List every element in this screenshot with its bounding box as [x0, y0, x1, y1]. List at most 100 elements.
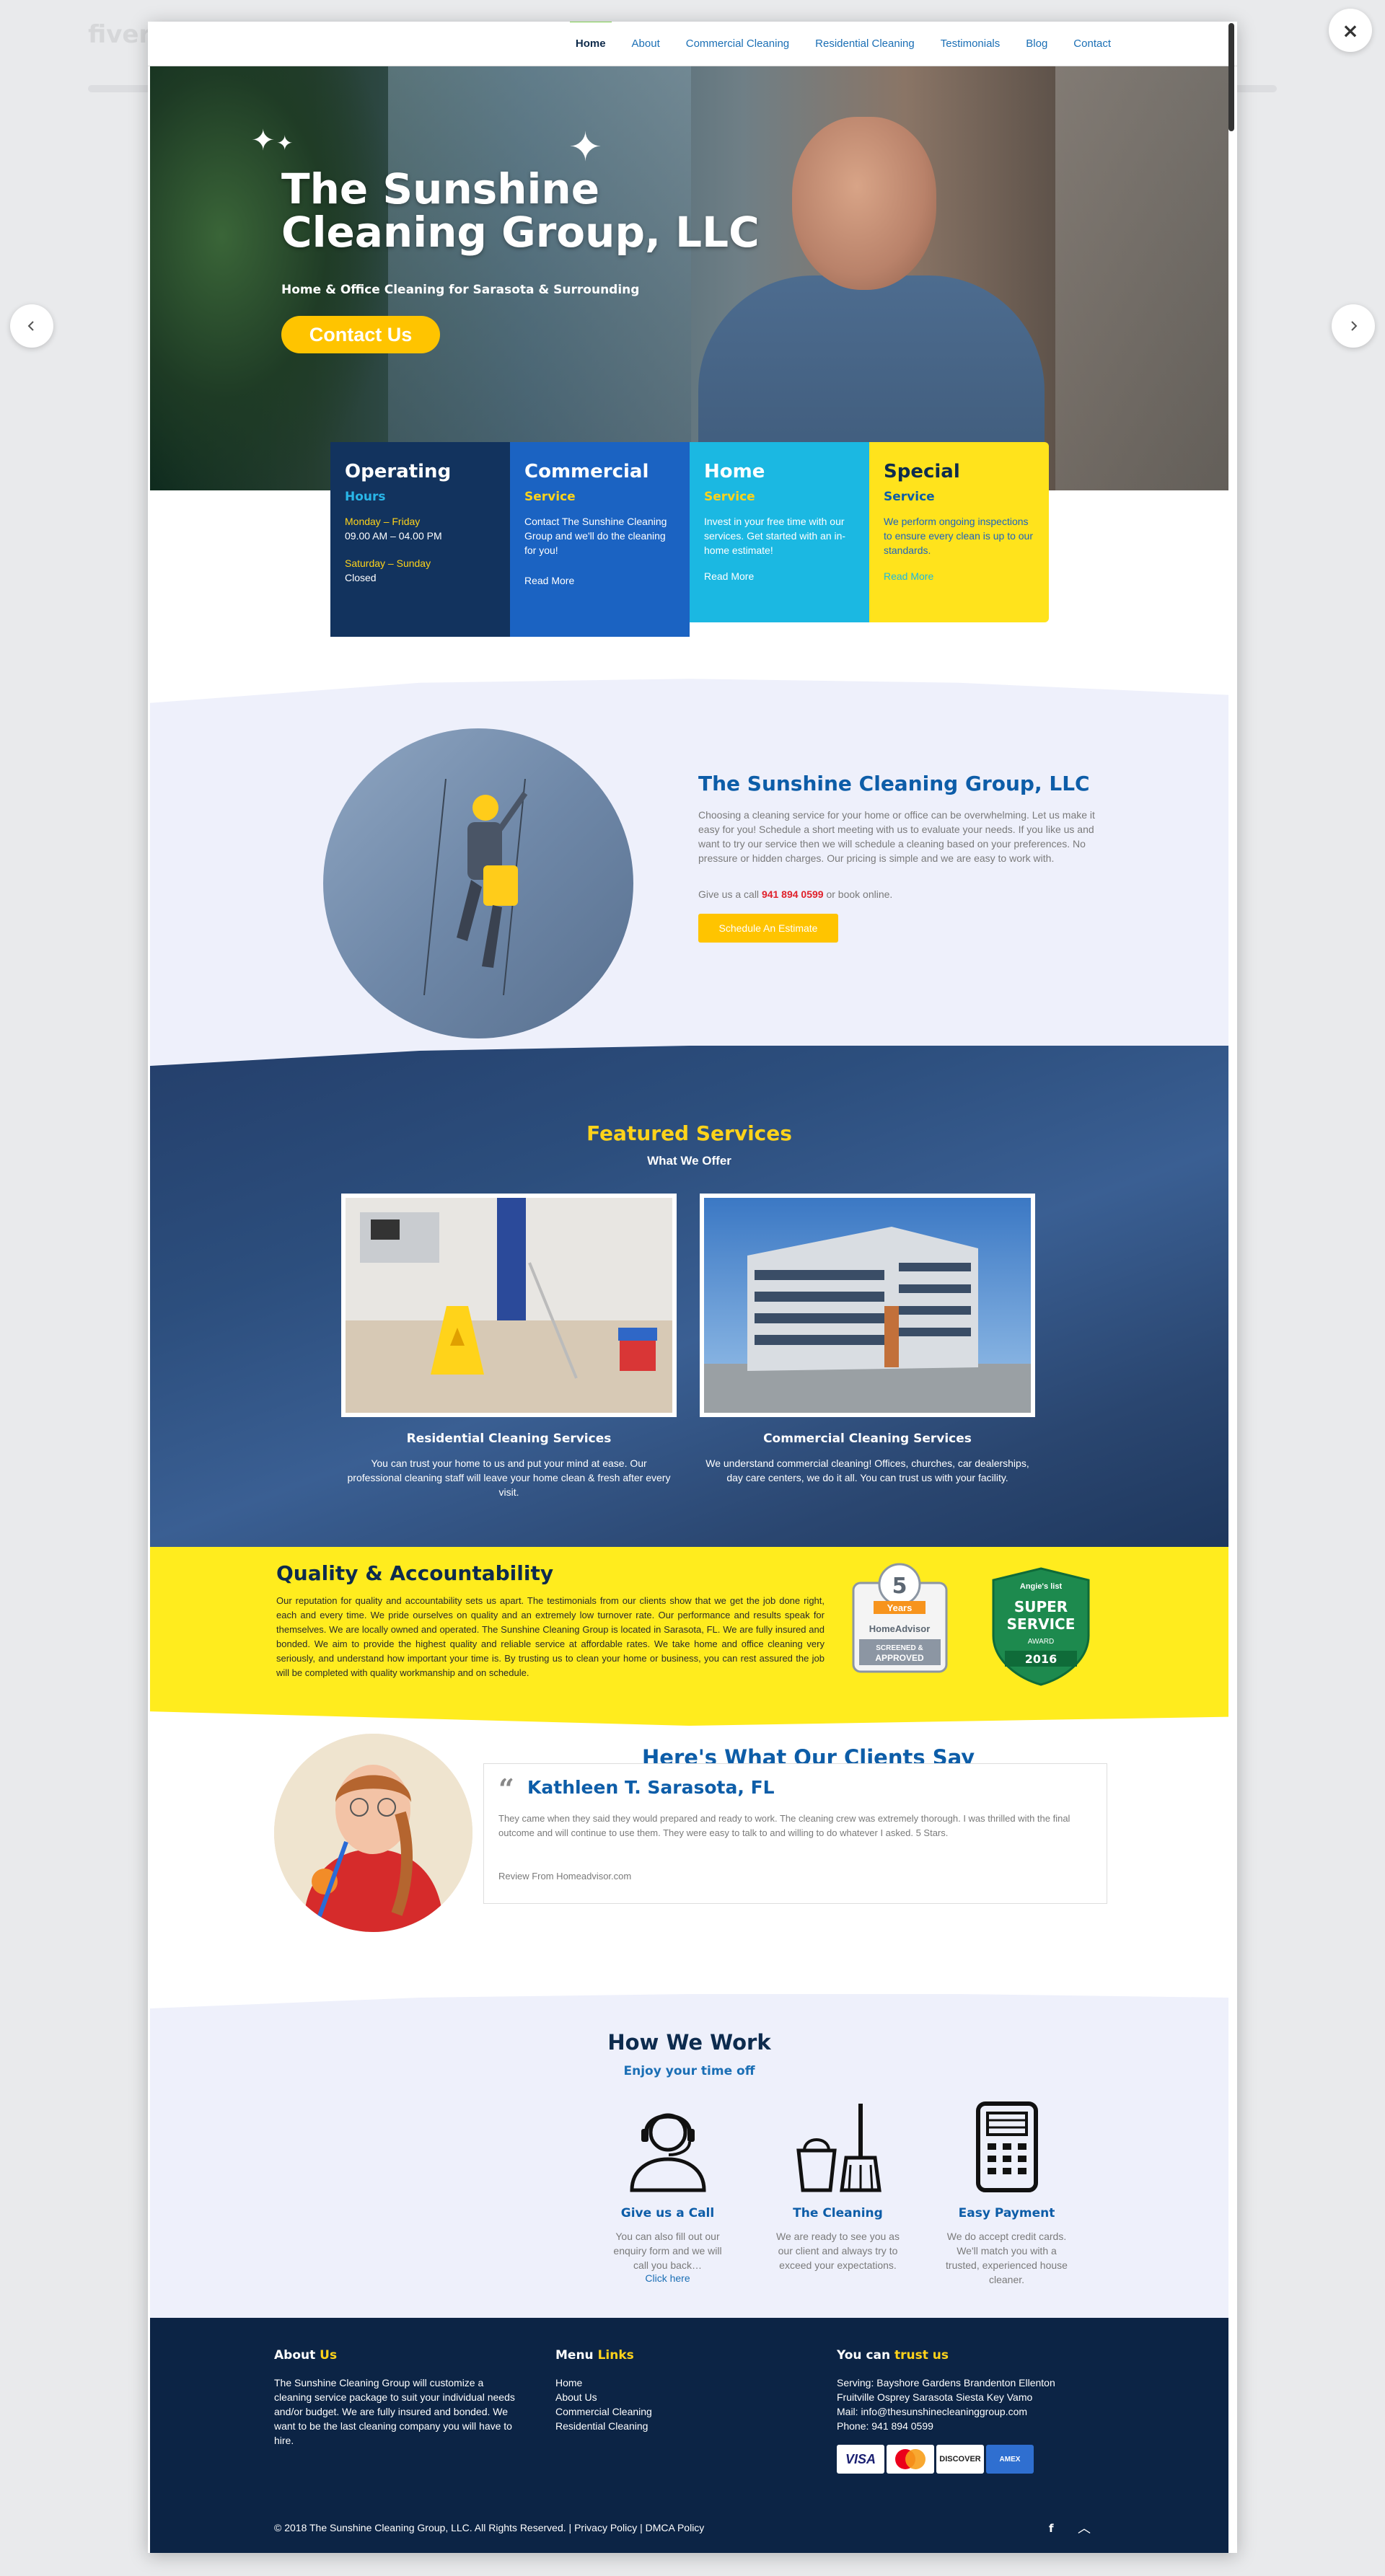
- about-section: The Sunshine Cleaning Group, LLC Choosin…: [150, 679, 1228, 1075]
- footer-contact: You can trust us Serving: Bayshore Garde…: [837, 2348, 1078, 2474]
- headset-operator-icon: [629, 2113, 706, 2192]
- prev-button[interactable]: [10, 304, 53, 348]
- hero-subtitle: Home & Office Cleaning for Sarasota & Su…: [281, 283, 640, 297]
- weekday-hours: 09.00 AM – 04.00 PM: [345, 530, 442, 542]
- weekend-hours: Closed: [345, 572, 377, 583]
- commercial-building-photo: [700, 1194, 1035, 1417]
- hero-head: [792, 117, 936, 290]
- facebook-icon[interactable]: f: [1049, 2522, 1054, 2535]
- about-title: The Sunshine Cleaning Group, LLC: [698, 772, 1090, 795]
- client-photo: [274, 1734, 472, 1932]
- call-suffix: or book online.: [826, 888, 893, 900]
- schedule-estimate-button[interactable]: Schedule An Estimate: [698, 914, 838, 943]
- badge-number: 5: [892, 1574, 907, 1599]
- top-nav: Home About Commercial Cleaning Residenti…: [148, 22, 1237, 66]
- special-service-box: Special Service We perform ongoing inspe…: [869, 442, 1049, 622]
- next-button[interactable]: [1332, 304, 1375, 348]
- nav-contact[interactable]: Contact: [1073, 38, 1111, 50]
- quality-section: Quality & Accountability Our reputation …: [150, 1547, 1228, 1726]
- privacy-policy-link[interactable]: Privacy Policy: [574, 2522, 637, 2533]
- box-text: Invest in your free time with our servic…: [704, 516, 846, 556]
- nav-home[interactable]: Home: [569, 22, 612, 50]
- copyright-text: © 2018 The Sunshine Cleaning Group, LLC.…: [274, 2522, 566, 2533]
- footer-mail[interactable]: Mail: info@thesunshinecleaninggroup.com: [837, 2404, 1078, 2419]
- preview-scrollbar[interactable]: [1228, 23, 1234, 131]
- site-footer: About Us The Sunshine Cleaning Group wil…: [150, 2318, 1228, 2553]
- featured-title: Featured Services: [586, 1121, 792, 1145]
- service-title: Residential Cleaning Services: [406, 1432, 612, 1446]
- nav-commercial-cleaning[interactable]: Commercial Cleaning: [686, 38, 789, 50]
- footer-link-about[interactable]: About Us: [555, 2390, 797, 2404]
- read-more-link[interactable]: Read More: [704, 570, 855, 582]
- nav-blog[interactable]: Blog: [1026, 38, 1047, 50]
- amex-card-icon: AMEX: [986, 2445, 1034, 2474]
- service-text: You can trust your home to us and put yo…: [347, 1457, 671, 1498]
- phone-number[interactable]: 941 894 0599: [762, 888, 824, 900]
- payment-cards: VISA DISCOVER AMEX: [837, 2445, 1078, 2474]
- footer-about-text: The Sunshine Cleaning Group will customi…: [274, 2377, 515, 2446]
- nav-about[interactable]: About: [632, 38, 660, 50]
- mastercard-icon: [887, 2445, 934, 2474]
- commercial-service-box: Commercial Service Contact The Sunshine …: [510, 442, 690, 637]
- weekday-label: Monday – Friday: [345, 516, 421, 527]
- footer-link-home[interactable]: Home: [555, 2376, 797, 2390]
- angies-list-badge: Angie's list SUPER SERVICE AWARD 2016: [992, 1567, 1090, 1686]
- call-prefix: Give us a call: [698, 888, 760, 900]
- testimonial-text: They came when they said they would prep…: [498, 1813, 1070, 1838]
- contact-us-button[interactable]: Contact Us: [281, 316, 440, 353]
- badge-line1: SCREENED &: [876, 1644, 923, 1652]
- office-floor-illustration: [346, 1198, 672, 1413]
- footer-menu: Menu Links Home About Us Commercial Clea…: [555, 2348, 797, 2433]
- service-title: Commercial Cleaning Services: [763, 1432, 972, 1446]
- chevron-left-icon: [27, 321, 34, 331]
- step-text: We do accept credit cards. We'll match y…: [946, 2231, 1068, 2285]
- weekend-label: Saturday – Sunday: [345, 557, 431, 569]
- box-subtitle: Service: [704, 490, 755, 504]
- footer-heading: Menu Links: [555, 2348, 634, 2363]
- featured-subtitle: What We Offer: [647, 1154, 731, 1168]
- how-title: How We Work: [607, 2030, 771, 2055]
- click-here-link[interactable]: Click here: [604, 2272, 731, 2284]
- box-title: Operating: [345, 461, 452, 482]
- step-title: Easy Payment: [958, 2206, 1055, 2220]
- footer-phone[interactable]: Phone: 941 894 0599: [837, 2419, 1078, 2433]
- badge-line3: AWARD: [1028, 1638, 1054, 1646]
- footer-heading: You can trust us: [837, 2348, 949, 2363]
- read-more-link[interactable]: Read More: [524, 575, 675, 586]
- nav-residential-cleaning[interactable]: Residential Cleaning: [815, 38, 915, 50]
- step-title: The Cleaning: [793, 2206, 883, 2220]
- close-button[interactable]: ×: [1329, 9, 1372, 52]
- sparkle-icon: ✦: [276, 131, 294, 155]
- box-text: We perform ongoing inspections to ensure…: [884, 516, 1034, 556]
- box-title: Special: [884, 461, 960, 482]
- badge-line1: SUPER: [1014, 1598, 1068, 1615]
- read-more-link[interactable]: Read More: [884, 570, 1034, 582]
- nav-testimonials[interactable]: Testimonials: [941, 38, 1001, 50]
- home-service-box: Home Service Invest in your free time wi…: [690, 442, 869, 622]
- step-text: We are ready to see you as our client an…: [776, 2231, 900, 2271]
- call-line: Give us a call 941 894 0599 or book onli…: [698, 888, 892, 900]
- close-icon: ×: [1342, 18, 1359, 43]
- back-to-top-icon[interactable]: ︿: [1078, 2518, 1091, 2537]
- window-cleaner-illustration: [423, 779, 528, 995]
- footer-heading: About Us: [274, 2348, 338, 2363]
- office-building-illustration: [704, 1198, 1031, 1413]
- footer-link-commercial[interactable]: Commercial Cleaning: [555, 2404, 797, 2419]
- how-we-work-section: How We Work Enjoy your time off Give us …: [150, 1994, 1228, 2355]
- client-portrait-illustration: [274, 1734, 472, 1932]
- quote-icon: “: [498, 1773, 514, 1805]
- box-subtitle: Hours: [345, 490, 386, 504]
- step-title: Give us a Call: [620, 2206, 715, 2220]
- about-description: Choosing a cleaning service for your hom…: [698, 809, 1095, 864]
- testimonial-card: “ Kathleen T. Sarasota, FL They came whe…: [483, 1763, 1107, 1904]
- quality-text: Our reputation for quality and accountab…: [276, 1595, 825, 1678]
- dmca-policy-link[interactable]: DMCA Policy: [646, 2522, 705, 2533]
- footer-link-residential[interactable]: Residential Cleaning: [555, 2419, 797, 2433]
- badge-year: 2016: [1025, 1652, 1058, 1666]
- badge-line2: APPROVED: [875, 1653, 924, 1663]
- how-subtitle: Enjoy your time off: [623, 2064, 755, 2078]
- box-title: Commercial: [524, 461, 649, 482]
- homeadvisor-badge: 5 Years HomeAdvisor SCREENED & APPROVED: [852, 1563, 948, 1673]
- box-subtitle: Service: [884, 490, 935, 504]
- sparkle-icon: ✦: [251, 124, 276, 157]
